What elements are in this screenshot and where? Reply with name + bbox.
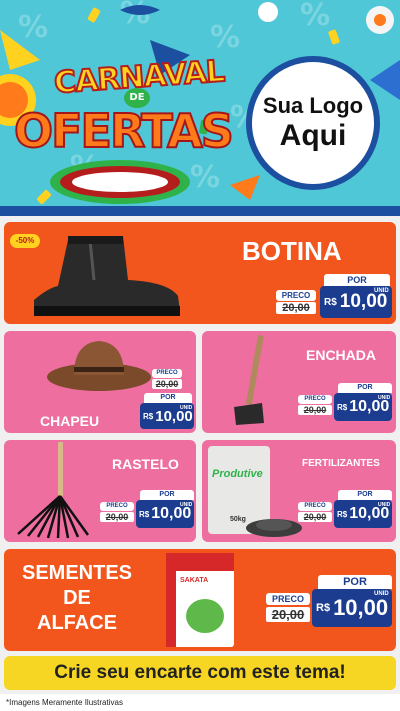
old-price: 20,00 [100,512,134,522]
product-card-rastelo[interactable]: RASTELO POR PRECO 20,00 R$ 10,00 UNID [4,440,196,542]
product-name-line2: DE [63,587,91,609]
price-tag: POR PRECO 20,00 R$ 10,00 UNID [298,383,392,429]
por-label: POR [144,393,192,403]
product-card-fertilizantes[interactable]: Produtive 50kg FERTILIZANTES POR PRECO 2… [202,440,396,542]
por-label: POR [324,274,390,286]
lettuce-picture [186,599,224,633]
price-tag: POR PRECO 20,00 R$ 10,00 UNID [298,490,392,536]
old-price: 20,00 [298,405,332,415]
unit-label: UNID [378,395,391,401]
package-top [166,553,234,571]
unit-label: UNID [180,405,193,411]
rake-image [17,442,90,539]
preco-label: PRECO [266,593,310,605]
seed-package-image: SAKATA [166,553,234,647]
currency-symbol: R$ [324,296,337,308]
old-price: 20,00 [266,607,310,622]
cta-banner[interactable]: Crie seu encarte com este tema! [4,656,396,690]
title-bottom: OFERTAS [13,103,235,159]
boot-image [34,236,180,316]
currency-symbol: R$ [143,411,154,421]
preco-label: PRECO [298,395,332,404]
product-name: RASTELO [112,456,179,472]
logo-text-line2: Aqui [279,119,347,152]
old-price: 20,00 [276,302,316,314]
product-card-sementes[interactable]: SEMENTES DE ALFACE SAKATA POR PRECO 20,0… [4,549,396,651]
price-tag: POR PRECO 20,00 R$ 10,00 UNID [100,490,194,536]
price-value: 10,00 [339,291,388,312]
discount-badge: -50% [10,234,40,248]
preco-label: PRECO [276,290,316,301]
por-label: POR [338,490,392,500]
por-label: POR [338,383,392,393]
preco-label: PRECO [100,502,134,511]
carnival-title: CARNAVAL DE OFERTAS [13,53,235,170]
fertilizer-granules-image [246,519,302,537]
package-brand: SAKATA [180,577,209,584]
product-card-botina[interactable]: BOTINA POR PRECO 20,00 R$ 10,00 UNID [4,222,396,324]
por-label: POR [318,575,392,589]
old-price: 20,00 [152,379,182,389]
product-name: BOTINA [242,236,342,266]
currency-symbol: R$ [139,509,150,519]
price-tag: PRECO 20,00 POR R$ 10,00 UNID [126,369,194,431]
logo-text-line1: Sua Logo [262,93,364,118]
price-tag: POR PRECO 20,00 R$ 10,00 UNID [276,274,392,320]
unit-label: UNID [374,288,389,294]
product-card-chapeu[interactable]: CHAPEU PRECO 20,00 POR R$ 10,00 UNID [4,331,196,433]
unit-label: UNID [374,591,389,597]
old-price: 20,00 [298,512,332,522]
price-tag: POR PRECO 20,00 R$ 10,00 UNID [266,575,392,647]
logo-placeholder[interactable]: Sua Logo Aqui [246,56,380,190]
header-banner: % % % % % % % CARNAVAL DE OFERTAS Sua Lo… [0,0,400,214]
currency-symbol: R$ [337,402,348,412]
product-name: CHAPEU [40,413,100,429]
product-card-enchada[interactable]: ENCHADA POR PRECO 20,00 R$ 10,00 UNID [202,331,396,433]
currency-symbol: R$ [316,602,331,614]
package-brand: Produtive [212,468,263,480]
currency-symbol: R$ [337,509,348,519]
price-value: 10,00 [333,595,389,620]
product-name-line3: ALFACE [37,612,117,634]
preco-label: PRECO [152,369,182,378]
unit-label: UNID [180,502,193,508]
por-label: POR [140,490,194,500]
disclaimer-text: *Imagens Meramente Ilustrativas [6,698,123,707]
header-divider [0,206,400,216]
product-name: FERTILIZANTES [302,458,380,469]
product-name: ENCHADA [306,347,376,363]
unit-label: UNID [378,502,391,508]
hoe-image [234,334,264,425]
product-name: SEMENTES DE ALFACE [12,561,142,636]
preco-label: PRECO [298,502,332,511]
product-name-line1: SEMENTES [21,562,133,584]
